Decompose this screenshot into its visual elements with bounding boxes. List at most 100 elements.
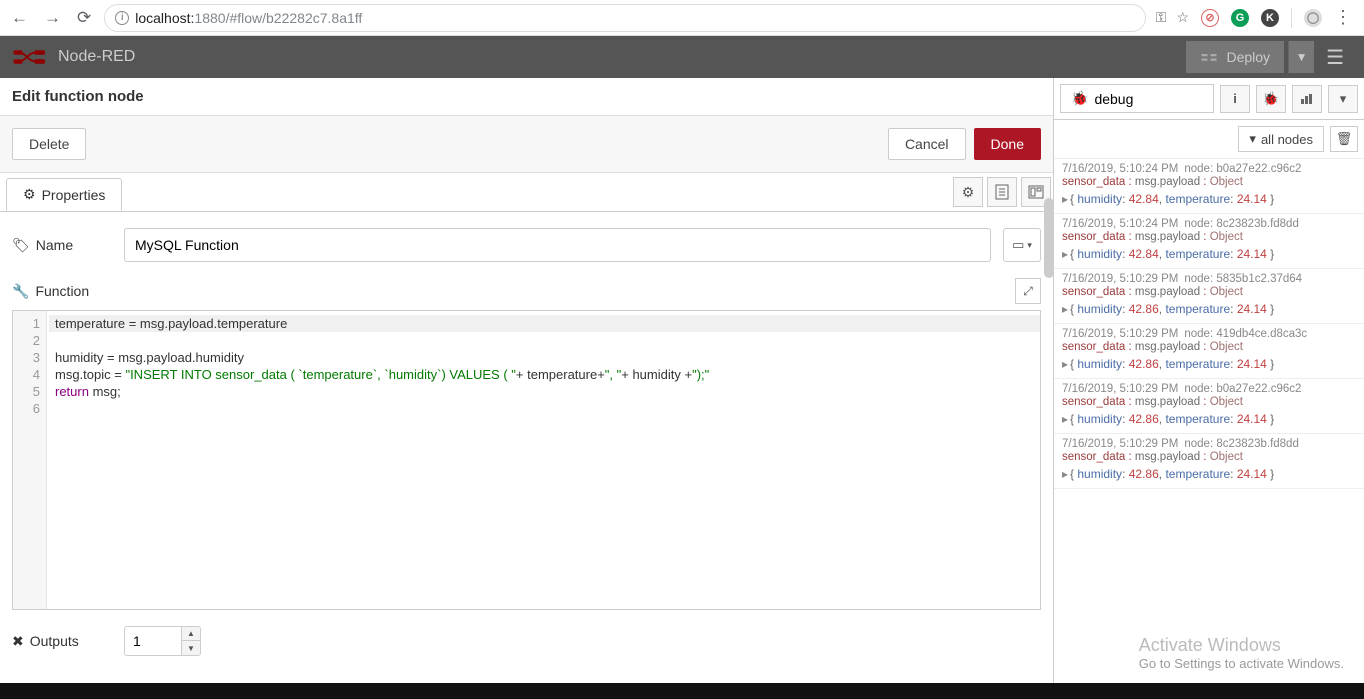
- url-path: /#flow/b22282c7.8a1ff: [226, 10, 363, 26]
- debug-filter-button[interactable]: ▾ all nodes: [1238, 126, 1324, 152]
- node-docs-icon[interactable]: [987, 177, 1017, 207]
- nodered-title: Node-RED: [58, 48, 135, 66]
- debug-node-id[interactable]: node: 8c23823b.fd8dd: [1184, 218, 1298, 230]
- delete-button[interactable]: Delete: [12, 128, 86, 160]
- debug-body[interactable]: ▸{ humidity: 42.86, temperature: 24.14 }: [1062, 411, 1356, 427]
- address-bar[interactable]: i localhost:1880/#flow/b22282c7.8a1ff: [104, 4, 1146, 32]
- debug-topic: sensor_data : msg.payload : Object: [1062, 286, 1356, 298]
- code-lines[interactable]: temperature = msg.payload.temperature hu…: [47, 311, 1040, 609]
- debug-node-id[interactable]: node: 8c23823b.fd8dd: [1184, 438, 1298, 450]
- nodered-header: Node-RED Deploy ▼ ☰: [0, 36, 1364, 78]
- debug-timestamp: 7/16/2019, 5:10:24 PM: [1062, 218, 1178, 230]
- tag-icon: 🏷: [12, 237, 30, 254]
- url-port: 1880: [194, 10, 225, 26]
- debug-message[interactable]: 7/16/2019, 5:10:29 PM node: 8c23823b.fd8…: [1054, 434, 1364, 489]
- debug-message[interactable]: 7/16/2019, 5:10:24 PM node: 8c23823b.fd8…: [1054, 214, 1364, 269]
- debug-body[interactable]: ▸{ humidity: 42.86, temperature: 24.14 }: [1062, 466, 1356, 482]
- tab-properties-label: Properties: [42, 187, 106, 203]
- function-code-editor[interactable]: 123456 temperature = msg.payload.tempera…: [12, 310, 1041, 610]
- name-label: 🏷 Name: [12, 237, 112, 254]
- name-input[interactable]: [124, 228, 991, 262]
- gear-icon: ⚙: [23, 186, 36, 203]
- tray-toolbar: Delete Cancel Done: [0, 116, 1053, 173]
- outputs-label: ✖ Outputs: [12, 633, 112, 650]
- key-icon[interactable]: ⚿: [1156, 9, 1165, 26]
- debug-filter-label: all nodes: [1261, 132, 1313, 147]
- debug-message-list[interactable]: 7/16/2019, 5:10:24 PM node: b0a27e22.c96…: [1054, 159, 1364, 683]
- browser-extensions: ⚿ ☆ ⊘ G K ◯ ⋮: [1156, 7, 1356, 28]
- edit-tray: Edit function node Delete Cancel Done ⚙ …: [0, 78, 1054, 683]
- dashboard-tab-button[interactable]: [1292, 85, 1322, 113]
- debug-timestamp: 7/16/2019, 5:10:29 PM: [1062, 273, 1178, 285]
- url-host: localhost:: [135, 10, 194, 26]
- debug-node-id[interactable]: node: 419db4ce.d8ca3c: [1184, 328, 1307, 340]
- book-icon: ▭: [1012, 237, 1024, 253]
- debug-message[interactable]: 7/16/2019, 5:10:29 PM node: 5835b1c2.37d…: [1054, 269, 1364, 324]
- bug-icon: 🐞: [1071, 90, 1088, 107]
- deploy-label: Deploy: [1226, 49, 1270, 65]
- debug-timestamp: 7/16/2019, 5:10:24 PM: [1062, 163, 1178, 175]
- browser-toolbar: ← → ⟳ i localhost:1880/#flow/b22282c7.8a…: [0, 0, 1364, 36]
- debug-topic: sensor_data : msg.payload : Object: [1062, 451, 1356, 463]
- outputs-down-button[interactable]: ▼: [182, 641, 200, 655]
- debug-message[interactable]: 7/16/2019, 5:10:29 PM node: 419db4ce.d8c…: [1054, 324, 1364, 379]
- taskbar-strip: [0, 683, 1364, 699]
- ext-icon-3[interactable]: K: [1261, 9, 1279, 27]
- ext-icon-2[interactable]: G: [1231, 9, 1249, 27]
- form-body: 🏷 Name ▭▾ 🔧 Function ⤢ 123456 temperatur…: [0, 212, 1053, 683]
- debug-node-id[interactable]: node: 5835b1c2.37d64: [1184, 273, 1302, 285]
- bookmark-star-icon[interactable]: ☆: [1176, 9, 1189, 26]
- browser-menu-icon[interactable]: ⋮: [1334, 7, 1352, 28]
- debug-topic: sensor_data : msg.payload : Object: [1062, 396, 1356, 408]
- nodered-logo-icon: [12, 48, 48, 66]
- debug-message[interactable]: 7/16/2019, 5:10:24 PM node: b0a27e22.c96…: [1054, 159, 1364, 214]
- editor-scrollbar[interactable]: [1044, 198, 1054, 278]
- cancel-button[interactable]: Cancel: [888, 128, 966, 160]
- windows-activation-watermark: Activate Windows Go to Settings to activ…: [1139, 635, 1344, 671]
- debug-topic: sensor_data : msg.payload : Object: [1062, 231, 1356, 243]
- deploy-menu-button[interactable]: ▼: [1288, 41, 1314, 73]
- deploy-icon: [1200, 51, 1218, 63]
- profile-avatar-icon[interactable]: ◯: [1304, 9, 1322, 27]
- debug-body[interactable]: ▸{ humidity: 42.86, temperature: 24.14 }: [1062, 301, 1356, 317]
- outputs-up-button[interactable]: ▲: [182, 627, 200, 641]
- sidebar-menu-button[interactable]: ▾: [1328, 85, 1358, 113]
- wrench-icon: 🔧: [12, 283, 29, 300]
- separator: [1291, 8, 1292, 28]
- debug-clear-button[interactable]: 🗑: [1330, 126, 1358, 152]
- reload-button[interactable]: ⟳: [74, 8, 94, 28]
- debug-message[interactable]: 7/16/2019, 5:10:29 PM node: b0a27e22.c96…: [1054, 379, 1364, 434]
- main-area: Edit function node Delete Cancel Done ⚙ …: [0, 78, 1364, 683]
- debug-body[interactable]: ▸{ humidity: 42.84, temperature: 24.14 }: [1062, 246, 1356, 262]
- debug-topic: sensor_data : msg.payload : Object: [1062, 176, 1356, 188]
- debug-body[interactable]: ▸{ humidity: 42.86, temperature: 24.14 }: [1062, 356, 1356, 372]
- expand-editor-button[interactable]: ⤢: [1015, 278, 1041, 304]
- debug-node-id[interactable]: node: b0a27e22.c96c2: [1184, 383, 1301, 395]
- debug-tab-button[interactable]: 🐞: [1256, 85, 1286, 113]
- icon-select-button[interactable]: ▭▾: [1003, 228, 1041, 262]
- sidebar: 🐞 debug i 🐞 ▾ ▾ all nodes 🗑 7/16/2019, 5…: [1054, 78, 1364, 683]
- trash-icon: 🗑: [1336, 131, 1353, 147]
- code-gutter: 123456: [13, 311, 47, 609]
- site-info-icon[interactable]: i: [115, 11, 129, 25]
- debug-timestamp: 7/16/2019, 5:10:29 PM: [1062, 383, 1178, 395]
- ext-icon-1[interactable]: ⊘: [1201, 9, 1219, 27]
- done-button[interactable]: Done: [974, 128, 1041, 160]
- tab-debug[interactable]: 🐞 debug: [1060, 84, 1214, 113]
- tab-properties[interactable]: ⚙ Properties: [6, 178, 122, 211]
- debug-timestamp: 7/16/2019, 5:10:29 PM: [1062, 328, 1178, 340]
- node-settings-icon[interactable]: ⚙: [953, 177, 983, 207]
- function-label: Function: [35, 283, 89, 299]
- forward-button[interactable]: →: [41, 8, 64, 28]
- shuffle-icon: ✖: [12, 633, 24, 650]
- debug-toolbar: ▾ all nodes 🗑: [1054, 120, 1364, 159]
- back-button[interactable]: ←: [8, 8, 31, 28]
- debug-body[interactable]: ▸{ humidity: 42.84, temperature: 24.14 }: [1062, 191, 1356, 207]
- outputs-input[interactable]: [125, 627, 181, 655]
- debug-node-id[interactable]: node: b0a27e22.c96c2: [1184, 163, 1301, 175]
- sidebar-header: 🐞 debug i 🐞 ▾: [1054, 78, 1364, 120]
- deploy-button[interactable]: Deploy: [1186, 41, 1284, 73]
- info-tab-button[interactable]: i: [1220, 85, 1250, 113]
- outputs-spinner[interactable]: ▲ ▼: [124, 626, 201, 656]
- main-menu-icon[interactable]: ☰: [1318, 45, 1352, 70]
